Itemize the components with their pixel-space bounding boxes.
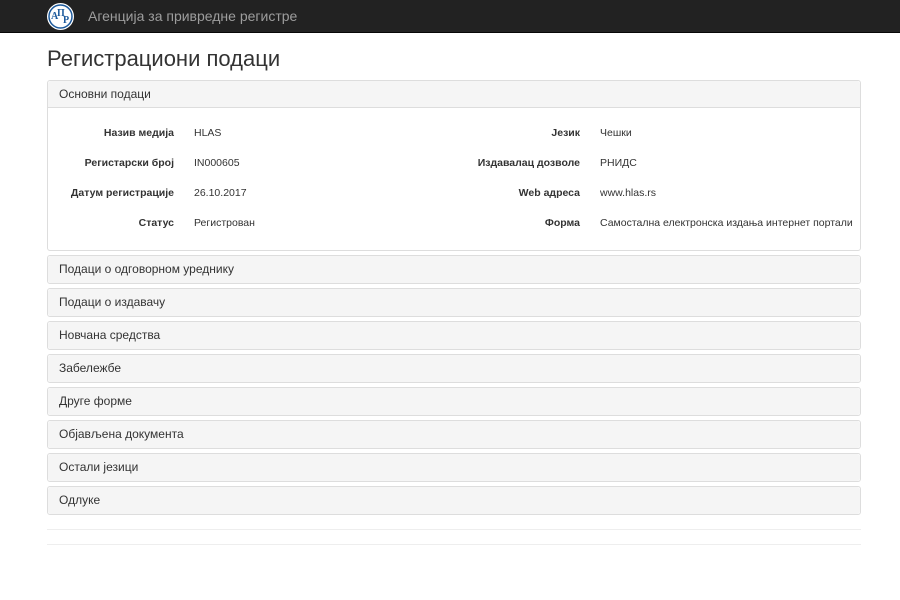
panel-heading-published-documents[interactable]: Објављена документа: [48, 421, 860, 448]
field-label: Назив медија: [103, 127, 174, 139]
panel-heading-publisher[interactable]: Подаци о издавачу: [48, 289, 860, 316]
top-navbar: А П Р Агенција за привредне регистре: [0, 0, 900, 33]
navbar-brand[interactable]: Агенција за привредне регистре: [88, 8, 297, 24]
field-value: HLAS: [194, 127, 222, 139]
field-label: Регистарски број: [84, 157, 174, 169]
panel-published-documents: Објављена документа: [47, 420, 861, 449]
field-value: Самостална електронска издања интернет п…: [600, 217, 853, 229]
field-value: Регистрован: [194, 217, 255, 229]
divider: [47, 529, 861, 530]
panel-other-languages: Остали језици: [47, 453, 861, 482]
field-label: Датум регистрације: [70, 187, 174, 199]
info-row: Регистарски број IN000605 Издавалац дозв…: [48, 148, 860, 178]
panel-heading-other-languages[interactable]: Остали језици: [48, 454, 860, 481]
panel-other-forms: Друге форме: [47, 387, 861, 416]
panel-funds: Новчана средства: [47, 321, 861, 350]
field-label: Језик: [551, 127, 580, 139]
info-row: Статус Регистрован Форма Самостална елек…: [48, 208, 860, 238]
svg-text:Р: Р: [63, 15, 69, 26]
panel-heading-funds[interactable]: Новчана средства: [48, 322, 860, 349]
panel-heading-responsible-editor[interactable]: Подаци о одговорном уреднику: [48, 256, 860, 283]
field-value: 26.10.2017: [194, 187, 247, 199]
field-label: Статус: [138, 217, 174, 229]
field-value: IN000605: [194, 157, 240, 169]
field-value: www.hlas.rs: [600, 187, 657, 199]
field-value: РНИДС: [600, 157, 637, 169]
panel-heading-basic-data[interactable]: Основни подаци: [48, 81, 860, 108]
page-title: Регистрациони подаци: [47, 46, 281, 71]
apr-logo[interactable]: А П Р: [47, 2, 74, 30]
panel-heading-notes[interactable]: Забележбе: [48, 355, 860, 382]
field-value: Чешки: [600, 127, 632, 139]
panel-responsible-editor: Подаци о одговорном уреднику: [47, 255, 861, 284]
field-label: Web адреса: [518, 187, 580, 199]
field-label: Форма: [544, 217, 580, 229]
basic-data-body: Назив медија HLAS Језик Чешки Регистарск…: [48, 108, 860, 250]
field-label: Издавалац дозволе: [477, 157, 580, 169]
divider: [47, 544, 861, 545]
panel-decisions: Одлуке: [47, 486, 861, 515]
info-row: Датум регистрације 26.10.2017 Web адреса…: [48, 178, 860, 208]
info-row: Назив медија HLAS Језик Чешки: [48, 118, 860, 148]
panel-notes: Забележбе: [47, 354, 861, 383]
panel-heading-decisions[interactable]: Одлуке: [48, 487, 860, 514]
panel-heading-other-forms[interactable]: Друге форме: [48, 388, 860, 415]
panel-publisher: Подаци о издавачу: [47, 288, 861, 317]
panel-basic-data: Основни подаци Назив медија HLAS Језик Ч…: [47, 80, 861, 251]
apr-logo-icon: А П Р: [48, 3, 73, 29]
main-content: Регистрациони подаци Основни подаци Нази…: [47, 46, 861, 515]
